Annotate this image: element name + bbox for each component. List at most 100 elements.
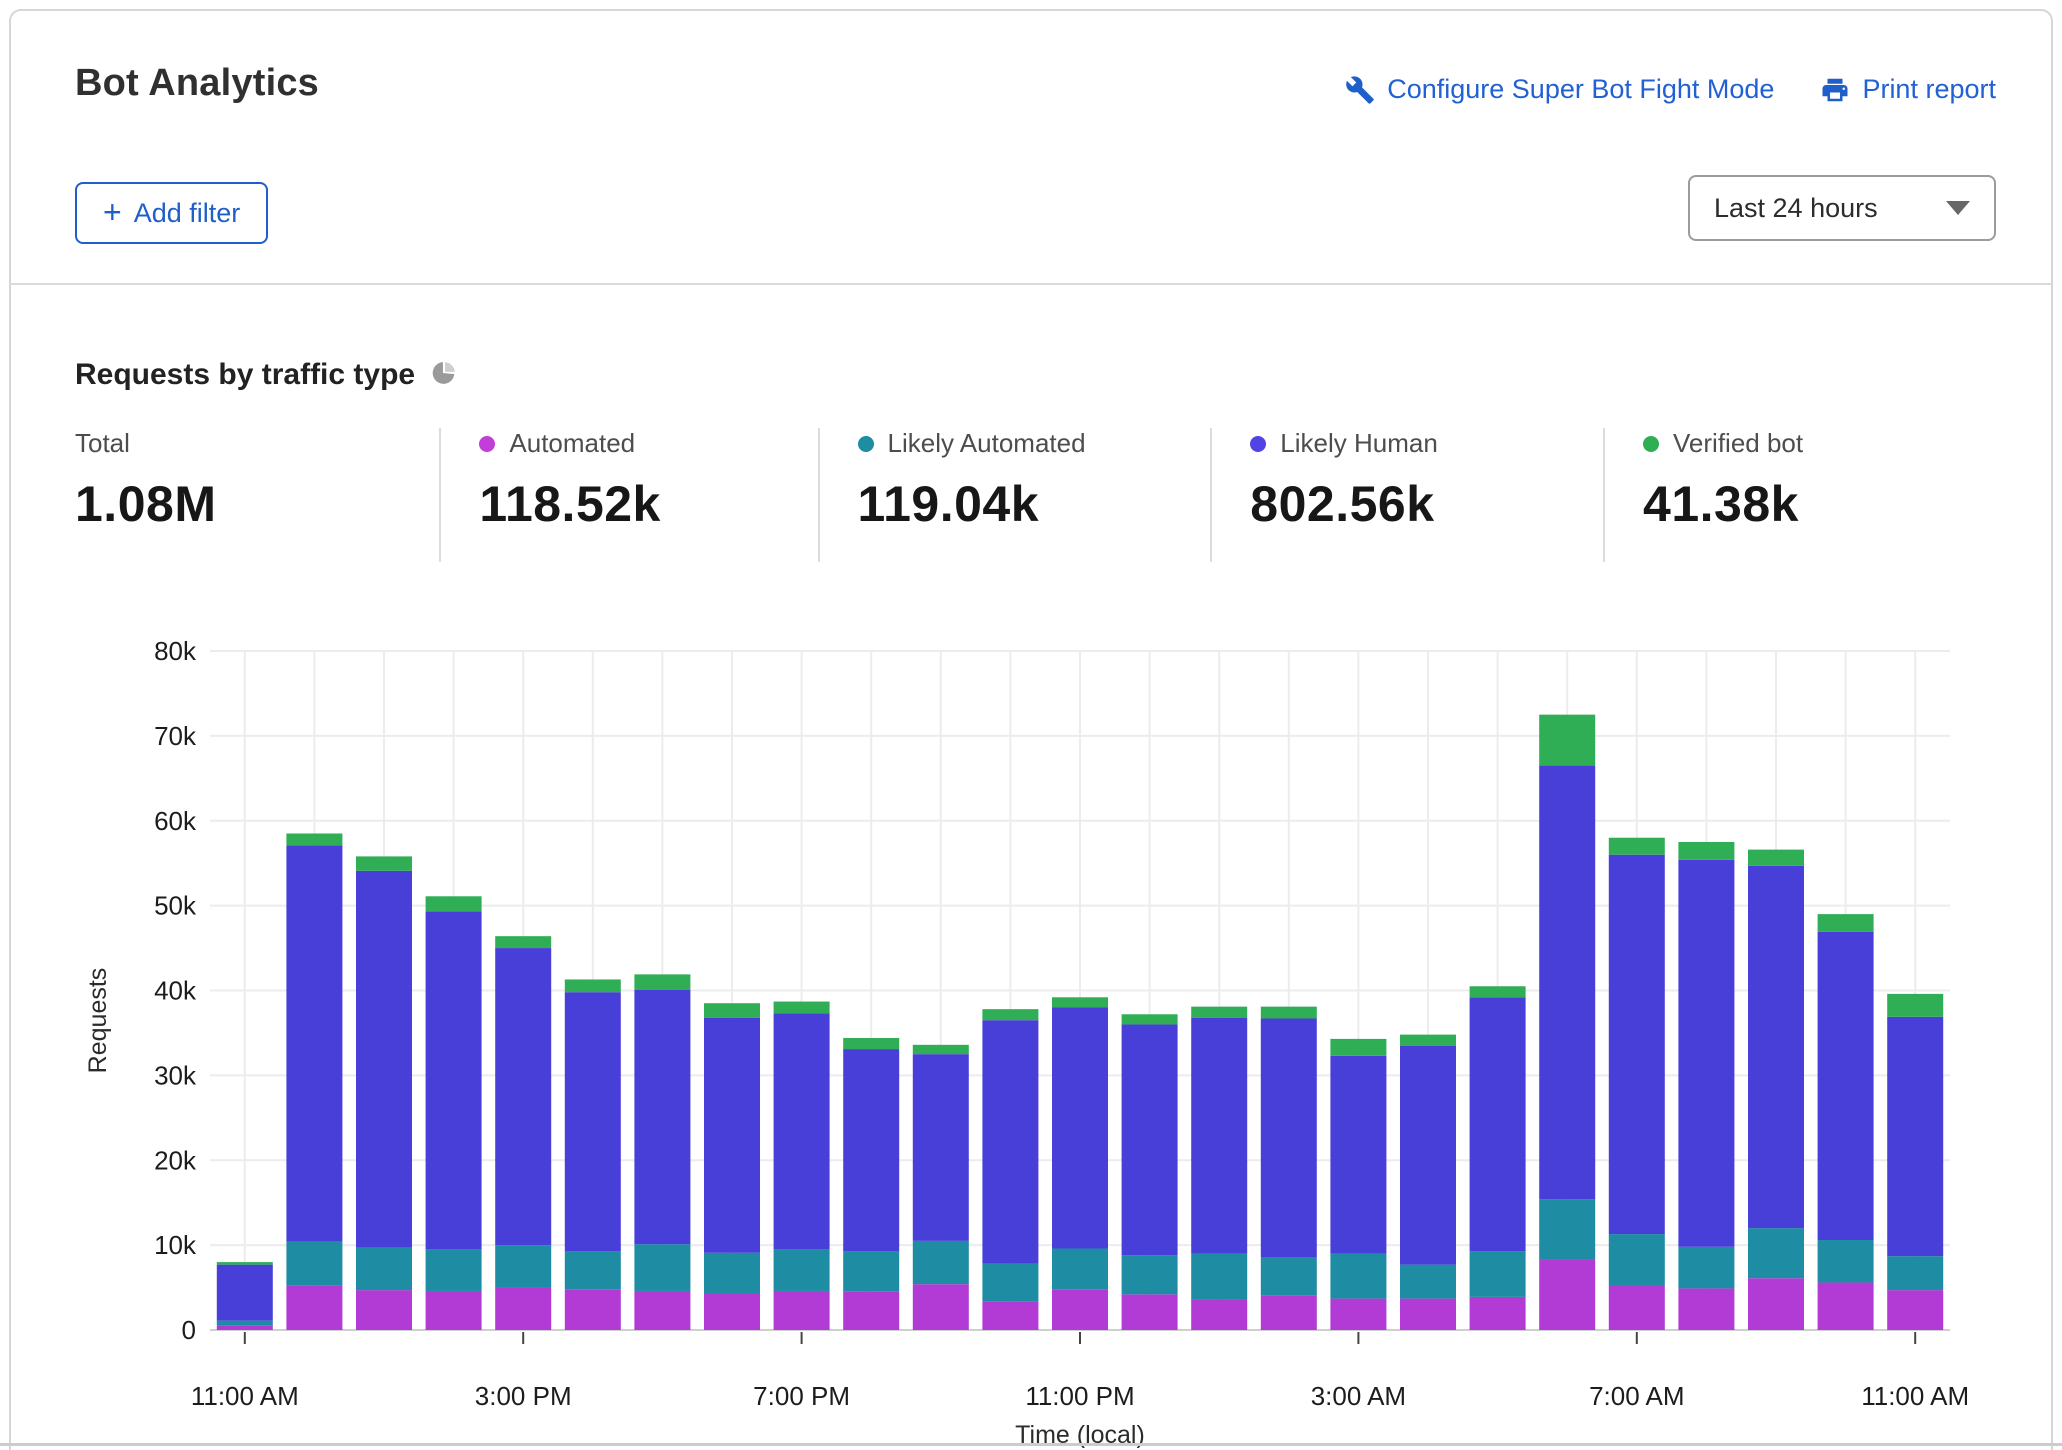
- bar-segment-likely-human[interactable]: [1887, 1017, 1943, 1256]
- bar-segment-verified-bot[interactable]: [982, 1009, 1038, 1020]
- bar-segment-verified-bot[interactable]: [1261, 1007, 1317, 1019]
- bar-segment-automated[interactable]: [913, 1284, 969, 1330]
- bar-segment-likely-human[interactable]: [1261, 1019, 1317, 1257]
- bar-segment-automated[interactable]: [286, 1286, 342, 1330]
- bar-segment-likely-human[interactable]: [1678, 860, 1734, 1247]
- bar-segment-likely-automated[interactable]: [1400, 1265, 1456, 1299]
- bar-segment-likely-automated[interactable]: [356, 1248, 412, 1290]
- bar-segment-likely-human[interactable]: [1330, 1056, 1386, 1254]
- bar-segment-likely-automated[interactable]: [1470, 1251, 1526, 1297]
- bar-segment-automated[interactable]: [1748, 1278, 1804, 1330]
- bar-segment-automated[interactable]: [634, 1291, 690, 1330]
- bar-segment-verified-bot[interactable]: [286, 833, 342, 845]
- bar-segment-verified-bot[interactable]: [1122, 1014, 1178, 1024]
- bar-segment-likely-human[interactable]: [426, 912, 482, 1250]
- bar-segment-likely-automated[interactable]: [1678, 1247, 1734, 1289]
- bar-segment-likely-human[interactable]: [565, 992, 621, 1251]
- bar-segment-likely-human[interactable]: [1122, 1024, 1178, 1255]
- bar-segment-likely-human[interactable]: [286, 845, 342, 1241]
- bar-segment-automated[interactable]: [1330, 1299, 1386, 1330]
- bar-segment-likely-automated[interactable]: [1330, 1254, 1386, 1299]
- bar-segment-likely-human[interactable]: [704, 1018, 760, 1253]
- bar-segment-automated[interactable]: [1122, 1294, 1178, 1330]
- bar-segment-automated[interactable]: [1400, 1299, 1456, 1330]
- bar-segment-automated[interactable]: [1887, 1290, 1943, 1330]
- bar-segment-automated[interactable]: [774, 1291, 830, 1330]
- bar-segment-automated[interactable]: [1539, 1260, 1595, 1330]
- bar-segment-likely-human[interactable]: [1748, 866, 1804, 1228]
- bar-segment-likely-automated[interactable]: [217, 1321, 273, 1326]
- bar-segment-automated[interactable]: [1470, 1297, 1526, 1330]
- bar-segment-likely-human[interactable]: [1191, 1018, 1247, 1254]
- bar-segment-automated[interactable]: [1678, 1288, 1734, 1330]
- bar-segment-verified-bot[interactable]: [1191, 1007, 1247, 1018]
- bar-segment-likely-human[interactable]: [1539, 766, 1595, 1200]
- bar-segment-likely-automated[interactable]: [1609, 1234, 1665, 1285]
- bar-segment-verified-bot[interactable]: [1470, 986, 1526, 997]
- bar-segment-automated[interactable]: [1191, 1299, 1247, 1330]
- bar-segment-verified-bot[interactable]: [495, 936, 551, 948]
- bar-segment-likely-automated[interactable]: [1818, 1240, 1874, 1282]
- bar-segment-automated[interactable]: [495, 1288, 551, 1330]
- bar-segment-likely-automated[interactable]: [982, 1264, 1038, 1301]
- bar-segment-verified-bot[interactable]: [1818, 914, 1874, 932]
- bar-segment-likely-automated[interactable]: [565, 1251, 621, 1289]
- bar-segment-likely-human[interactable]: [356, 871, 412, 1248]
- bar-segment-likely-human[interactable]: [913, 1054, 969, 1241]
- bar-segment-verified-bot[interactable]: [217, 1262, 273, 1265]
- bar-segment-verified-bot[interactable]: [843, 1038, 899, 1049]
- bar-segment-likely-human[interactable]: [1400, 1046, 1456, 1265]
- bar-segment-verified-bot[interactable]: [913, 1045, 969, 1054]
- bar-segment-automated[interactable]: [1261, 1295, 1317, 1330]
- bar-segment-automated[interactable]: [843, 1292, 899, 1330]
- bar-segment-verified-bot[interactable]: [1052, 997, 1108, 1007]
- bar-segment-likely-human[interactable]: [982, 1020, 1038, 1264]
- bar-segment-likely-automated[interactable]: [1887, 1256, 1943, 1290]
- bar-segment-automated[interactable]: [565, 1289, 621, 1330]
- bar-segment-verified-bot[interactable]: [1400, 1035, 1456, 1046]
- bar-segment-verified-bot[interactable]: [1678, 842, 1734, 860]
- bar-segment-likely-automated[interactable]: [1261, 1257, 1317, 1295]
- bar-segment-likely-human[interactable]: [217, 1265, 273, 1321]
- bar-segment-likely-automated[interactable]: [913, 1241, 969, 1284]
- bar-segment-likely-automated[interactable]: [495, 1245, 551, 1287]
- bar-segment-likely-automated[interactable]: [426, 1249, 482, 1291]
- bar-segment-verified-bot[interactable]: [634, 974, 690, 989]
- bar-segment-automated[interactable]: [217, 1326, 273, 1330]
- bar-segment-likely-human[interactable]: [495, 948, 551, 1245]
- bar-segment-automated[interactable]: [704, 1294, 760, 1330]
- bar-segment-verified-bot[interactable]: [426, 896, 482, 911]
- bar-segment-verified-bot[interactable]: [1539, 715, 1595, 766]
- bar-segment-automated[interactable]: [1609, 1285, 1665, 1330]
- bar-segment-likely-automated[interactable]: [704, 1253, 760, 1294]
- bar-segment-likely-automated[interactable]: [1122, 1255, 1178, 1294]
- bar-segment-automated[interactable]: [426, 1291, 482, 1330]
- bar-segment-verified-bot[interactable]: [356, 856, 412, 870]
- bar-segment-likely-human[interactable]: [843, 1049, 899, 1251]
- bar-segment-likely-automated[interactable]: [286, 1242, 342, 1286]
- bar-segment-verified-bot[interactable]: [704, 1003, 760, 1017]
- bar-segment-likely-automated[interactable]: [1539, 1199, 1595, 1259]
- bar-segment-likely-human[interactable]: [1818, 932, 1874, 1240]
- bar-segment-likely-human[interactable]: [634, 990, 690, 1245]
- bar-segment-verified-bot[interactable]: [1330, 1039, 1386, 1056]
- bar-segment-likely-automated[interactable]: [1191, 1254, 1247, 1300]
- bar-segment-likely-automated[interactable]: [1748, 1228, 1804, 1278]
- bar-segment-verified-bot[interactable]: [1887, 994, 1943, 1017]
- bar-segment-verified-bot[interactable]: [565, 979, 621, 992]
- bar-segment-automated[interactable]: [982, 1301, 1038, 1330]
- bar-segment-verified-bot[interactable]: [1609, 838, 1665, 855]
- bar-segment-likely-human[interactable]: [1052, 1007, 1108, 1248]
- bar-segment-likely-automated[interactable]: [774, 1249, 830, 1291]
- bar-segment-automated[interactable]: [356, 1290, 412, 1330]
- bar-segment-likely-human[interactable]: [1609, 855, 1665, 1234]
- bar-segment-likely-human[interactable]: [774, 1013, 830, 1249]
- bar-segment-automated[interactable]: [1818, 1282, 1874, 1330]
- bar-segment-verified-bot[interactable]: [1748, 850, 1804, 866]
- bar-segment-likely-human[interactable]: [1470, 997, 1526, 1251]
- bar-segment-automated[interactable]: [1052, 1289, 1108, 1330]
- bar-segment-likely-automated[interactable]: [634, 1244, 690, 1291]
- bar-segment-likely-automated[interactable]: [843, 1251, 899, 1292]
- bar-segment-likely-automated[interactable]: [1052, 1249, 1108, 1290]
- bar-segment-verified-bot[interactable]: [774, 1002, 830, 1014]
